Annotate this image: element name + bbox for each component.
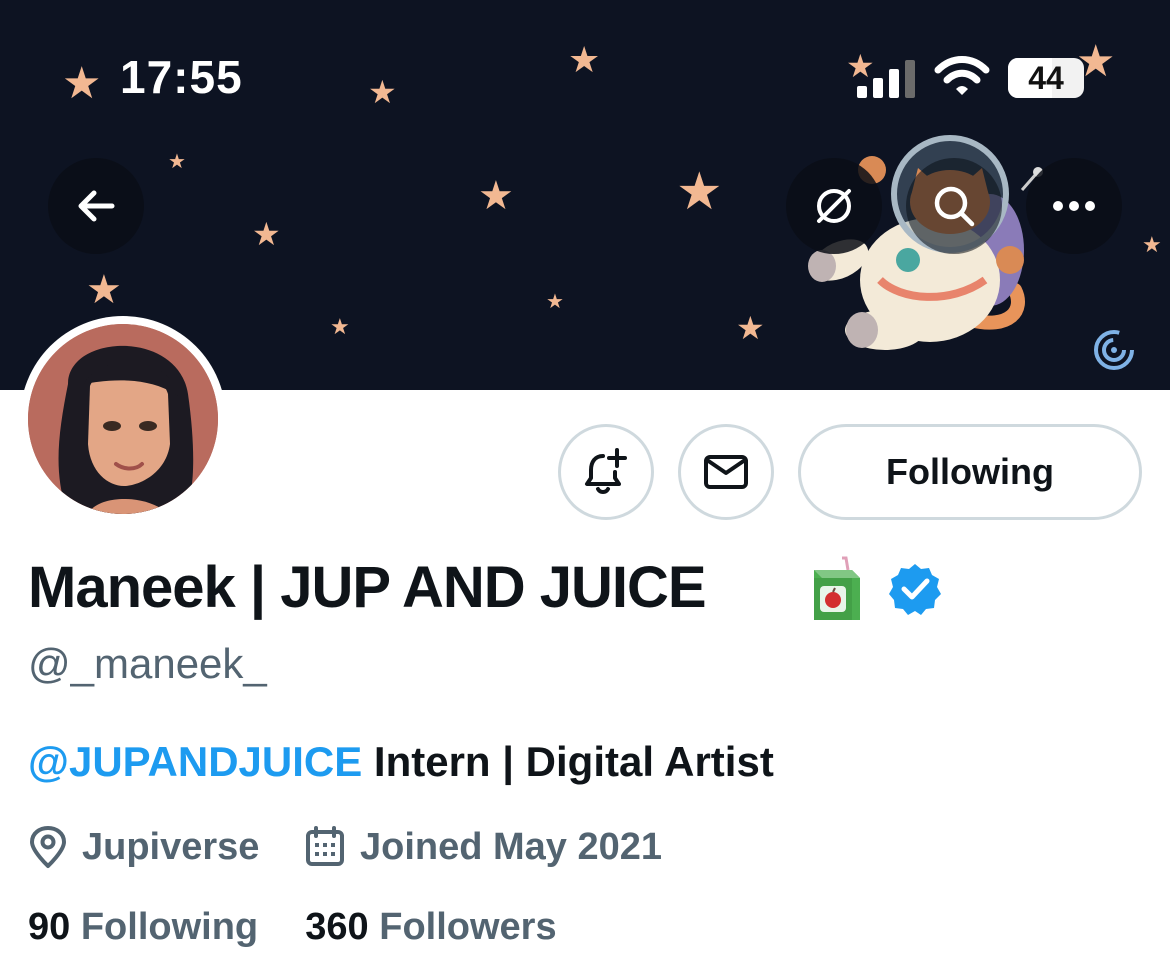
- juice-box-icon: [814, 556, 860, 620]
- signal-icon: [857, 60, 915, 98]
- search-icon: [934, 186, 975, 227]
- avatar-image: [28, 324, 218, 514]
- arrow-left-icon: [78, 190, 115, 222]
- spiral-logo-icon: [1094, 330, 1134, 370]
- star-decoration: ★: [168, 151, 186, 173]
- message-button[interactable]: [678, 424, 774, 520]
- mail-icon: [704, 455, 748, 489]
- more-icon: [1053, 201, 1095, 211]
- profile-location: Jupiverse: [28, 822, 259, 872]
- back-button[interactable]: [48, 158, 144, 254]
- location-pin-icon: [30, 826, 66, 868]
- profile-joined: Joined May 2021: [304, 822, 662, 872]
- followers-link[interactable]: 360 Followers: [305, 906, 556, 948]
- profile-bio: @JUPANDJUICE Intern | Digital Artist: [28, 738, 774, 786]
- follow-stats: 90 Following 360 Followers: [28, 906, 557, 949]
- star-decoration: ★: [568, 39, 601, 80]
- following-button[interactable]: Following: [798, 424, 1142, 520]
- following-count: 90: [28, 906, 71, 948]
- profile-avatar[interactable]: [20, 316, 226, 522]
- grok-icon: [817, 189, 851, 223]
- star-decoration: ★: [676, 163, 723, 221]
- calendar-icon: [306, 826, 344, 866]
- bell-plus-icon: [585, 448, 627, 494]
- star-decoration: ★: [330, 314, 350, 339]
- bio-text: Intern | Digital Artist: [362, 738, 774, 785]
- star-decoration: ★: [252, 216, 281, 252]
- followers-label: Followers: [379, 906, 557, 948]
- bio-mention-link[interactable]: @JUPANDJUICE: [28, 738, 362, 785]
- star-decoration: ★: [86, 268, 122, 312]
- profile-handle: @_maneek_: [28, 640, 267, 687]
- star-decoration: ★: [1142, 232, 1162, 257]
- joined-text: Joined May 2021: [360, 825, 663, 868]
- star-decoration: ★: [62, 59, 102, 108]
- following-link[interactable]: 90 Following: [28, 906, 258, 948]
- wifi-icon: [934, 56, 990, 95]
- notification-button[interactable]: [558, 424, 654, 520]
- verified-badge-icon: [889, 564, 941, 615]
- following-label: Following: [80, 906, 259, 948]
- battery-percentage: 44: [1028, 60, 1064, 96]
- star-decoration: ★: [736, 310, 765, 346]
- grok-button[interactable]: [786, 158, 882, 254]
- display-name: Maneek | JUP AND JUICE: [28, 555, 707, 620]
- battery-indicator: 44: [1008, 58, 1084, 98]
- star-decoration: ★: [478, 174, 514, 218]
- more-button[interactable]: [1026, 158, 1122, 254]
- star-decoration: ★: [368, 74, 397, 110]
- followers-count: 360: [305, 906, 369, 948]
- location-text: Jupiverse: [82, 825, 260, 868]
- status-time: 17:55: [120, 51, 243, 103]
- star-decoration: ★: [546, 291, 564, 313]
- search-button[interactable]: [906, 158, 1002, 254]
